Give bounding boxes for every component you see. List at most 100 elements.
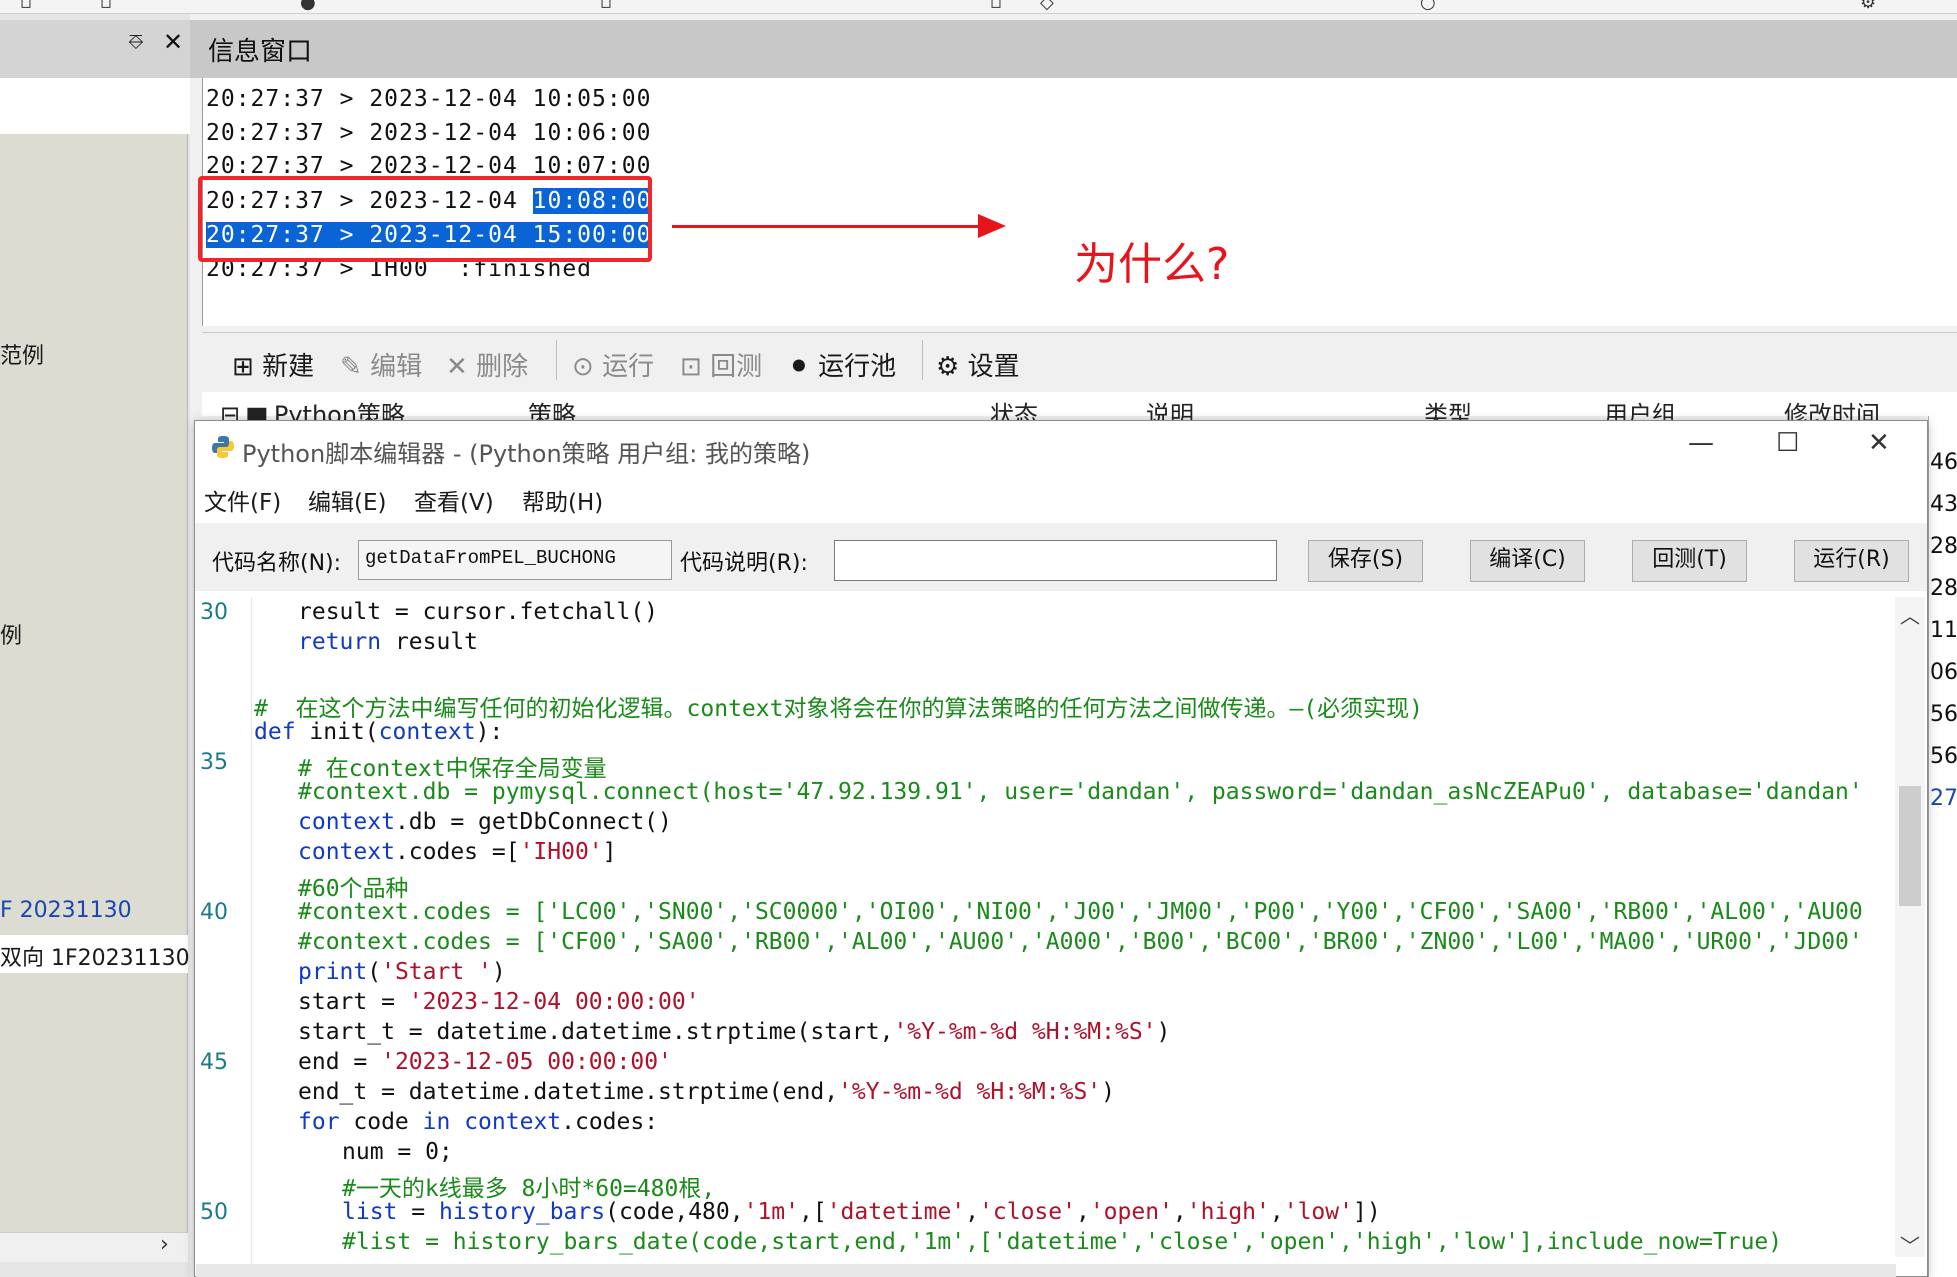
code-line: #context.codes = ['CF00','SA00','RB00','…	[298, 929, 1863, 955]
code-line: end_t = datetime.datetime.strptime(end,'…	[298, 1079, 1116, 1105]
python-icon	[212, 436, 234, 458]
backtest-run-button[interactable]: 回测(T)	[1632, 540, 1747, 582]
list-cell: 28	[1930, 534, 1957, 559]
plus-box-icon: ⊞	[232, 352, 254, 382]
code-line: # 在这个方法中编写任何的初始化逻辑。context对象将会在你的算法策略的任何…	[254, 696, 1424, 722]
toolbar-icon[interactable]: ○	[1420, 0, 1436, 13]
code-line: end = '2023-12-05 00:00:00'	[298, 1049, 672, 1075]
toolbar-icon[interactable]: ⚙	[1860, 0, 1876, 13]
menu-view[interactable]: 查看(V)	[414, 483, 494, 517]
backtest-icon: ⊡	[680, 352, 702, 382]
list-cell: 11	[1930, 618, 1957, 643]
code-line: for code in context.codes:	[298, 1109, 659, 1135]
toolbar-icon[interactable]: ▫	[990, 0, 1002, 13]
code-horizontal-scrollbar[interactable]	[196, 1264, 1896, 1277]
list-item[interactable]: 例	[0, 618, 22, 650]
toolbar-icon[interactable]: ▫	[100, 0, 112, 13]
code-desc-label: 代码说明(R):	[680, 551, 808, 576]
menu-file[interactable]: 文件(F)	[204, 483, 281, 517]
code-vertical-scrollbar[interactable]	[1895, 597, 1925, 1257]
code-line: #一天的k线最多 8小时*60=480根,	[342, 1176, 716, 1202]
list-cell: 43	[1930, 492, 1957, 517]
code-line: #60个品种	[298, 876, 409, 902]
scrollbar-thumb[interactable]	[1899, 786, 1921, 906]
toolbar-icon[interactable]: ▫	[600, 0, 612, 13]
code-line: def init(context):	[254, 719, 504, 745]
list-item[interactable]: F 20231130	[0, 898, 132, 923]
code-line: # 在context中保存全局变量	[298, 756, 607, 782]
run-button[interactable]: ⊙ 运行	[572, 346, 654, 383]
strategy-list-peek	[202, 392, 1957, 416]
code-editor[interactable]: result = cursor.fetchall() return result #…	[254, 597, 1895, 1277]
edit-button[interactable]: ✎ 编辑	[340, 346, 422, 383]
scroll-up-icon[interactable]: ︿	[1900, 600, 1920, 629]
line-number-gutter	[196, 597, 252, 1277]
list-cell: 28	[1930, 576, 1957, 601]
python-icon: ⚫	[788, 352, 810, 382]
code-line: result = cursor.fetchall()	[298, 599, 659, 625]
list-cell: 27	[1930, 786, 1957, 811]
annotation-text: 为什么?	[1074, 239, 1230, 290]
toolbar-divider	[922, 340, 923, 380]
minimize-button[interactable]: —	[1688, 428, 1714, 458]
menu-help[interactable]: 帮助(H)	[522, 483, 603, 517]
log-line: 20:27:37 > 2023-12-04 10:06:00	[206, 120, 652, 146]
toolbar-icon[interactable]: ◇	[1040, 0, 1054, 13]
editor-title: Python脚本编辑器 - (Python策略 用户组: 我的策略)	[242, 440, 811, 468]
maximize-button[interactable]: ☐	[1776, 428, 1799, 458]
code-line: return result	[298, 629, 479, 655]
edit-icon: ✎	[340, 352, 362, 382]
annotation-arrow	[672, 225, 992, 228]
left-strategy-list	[0, 134, 188, 1244]
log-line: 20:27:37 > 2023-12-04 10:05:00	[206, 86, 652, 112]
line-number: 30	[200, 600, 228, 625]
code-line: num = 0;	[342, 1139, 453, 1165]
save-button[interactable]: 保存(S)	[1308, 540, 1423, 582]
line-number: 35	[200, 750, 228, 775]
code-line: start_t = datetime.datetime.strptime(sta…	[298, 1019, 1171, 1045]
settings-button[interactable]: ⚙ 设置	[936, 346, 1020, 383]
main-toolbar: ▫ ▫ ● ▫ ▫ ◇ ○ ⚙	[0, 0, 1957, 14]
toolbar-divider	[556, 340, 557, 380]
code-line: context.db = getDbConnect()	[298, 809, 672, 835]
pin-icon[interactable]: ⎑	[128, 30, 144, 54]
list-cell: 06	[1930, 660, 1957, 685]
delete-icon: ✕	[446, 352, 468, 382]
annotation-box	[198, 176, 652, 262]
code-line: #list = history_bars_date(code,start,end…	[342, 1229, 1783, 1255]
code-name-input[interactable]: getDataFromPEL_BUCHONG	[358, 540, 672, 580]
line-number: 50	[200, 1200, 228, 1225]
list-cell: 46	[1930, 450, 1957, 475]
code-name-label: 代码名称(N):	[212, 551, 342, 576]
toolbar-icon[interactable]: ▫	[20, 0, 32, 13]
left-panel-header	[0, 20, 190, 78]
left-panel-blank	[0, 78, 190, 134]
line-number: 40	[200, 900, 228, 925]
delete-button[interactable]: ✕ 删除	[446, 346, 528, 383]
scroll-down-icon[interactable]: ﹀	[1900, 1230, 1920, 1259]
play-icon: ⊙	[572, 352, 594, 382]
close-icon[interactable]: ✕	[163, 28, 183, 56]
compile-button[interactable]: 编译(C)	[1470, 540, 1585, 582]
gear-icon: ⚙	[936, 352, 960, 382]
run-pool-button[interactable]: ⚫ 运行池	[788, 346, 896, 383]
scroll-right-icon[interactable]: ›	[160, 1232, 169, 1257]
run-button-editor[interactable]: 运行(R)	[1794, 540, 1909, 582]
code-line: context.codes =['IH00']	[298, 839, 617, 865]
annotation-arrow-head	[978, 214, 1006, 238]
new-button[interactable]: ⊞ 新建	[232, 346, 314, 383]
backtest-button[interactable]: ⊡ 回测	[680, 346, 762, 383]
code-line: start = '2023-12-04 00:00:00'	[298, 989, 700, 1015]
menu-edit[interactable]: 编辑(E)	[308, 483, 386, 517]
list-cell: 56	[1930, 744, 1957, 769]
close-button[interactable]: ✕	[1868, 428, 1890, 458]
toolbar-icon[interactable]: ●	[300, 0, 316, 13]
list-item[interactable]: 范例	[0, 338, 44, 370]
code-line: #context.codes = ['LC00','SN00','SC0000'…	[298, 899, 1863, 925]
code-desc-input[interactable]	[834, 540, 1277, 581]
line-number: 45	[200, 1050, 228, 1075]
code-line: print('Start ')	[298, 959, 506, 985]
list-item[interactable]: 双向 1F20231130	[0, 940, 190, 972]
code-line: #context.db = pymysql.connect(host='47.9…	[298, 779, 1863, 805]
info-window-titlebar	[190, 20, 1957, 78]
